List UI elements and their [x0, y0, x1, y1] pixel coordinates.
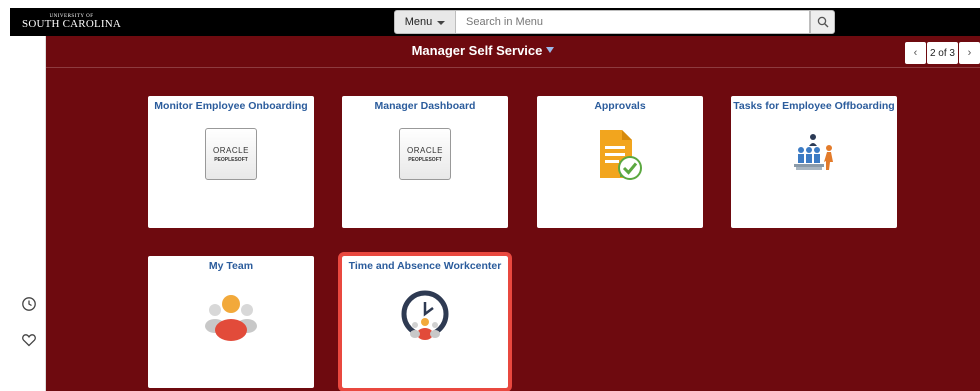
clock-team-icon	[401, 290, 449, 340]
previous-page-button[interactable]: ‹	[904, 42, 926, 64]
tile-title: Manager Dashboard	[374, 100, 476, 112]
tile-tasks-for-employee-offboarding[interactable]: Tasks for Employee Offboarding	[731, 96, 897, 228]
chevron-down-icon	[437, 21, 446, 25]
top-navigation-bar: UNIVERSITY OF SOUTH CAROLINA Menu	[10, 8, 980, 36]
chevron-right-icon: ›	[967, 47, 972, 59]
logo-line-1: ORACLE	[407, 145, 443, 155]
tile-image	[731, 128, 897, 184]
tile-image: ORACLE PEOPLESOFT	[342, 128, 508, 180]
team-exit-icon	[794, 134, 833, 170]
logo-line-1: ORACLE	[213, 145, 249, 155]
homepage-pager: ‹ 2 of 3 ›	[904, 42, 980, 64]
tile-title: Tasks for Employee Offboarding	[733, 100, 895, 112]
homepage-main: Manager Self Service ‹ 2 of 3 › Monitor …	[46, 36, 980, 391]
university-logo[interactable]: UNIVERSITY OF SOUTH CAROLINA	[22, 14, 121, 30]
tile-image	[342, 288, 508, 344]
tile-title: Time and Absence Workcenter	[348, 260, 502, 272]
tile-approvals[interactable]: Approvals	[537, 96, 703, 228]
recent-history-icon[interactable]	[21, 296, 37, 312]
homepage-title-text: Manager Self Service	[411, 43, 543, 58]
homepage-title[interactable]: Manager Self Service	[46, 43, 920, 58]
pager-label: 2 of 3	[926, 42, 958, 64]
logo-line-2: PEOPLESOFT	[214, 156, 248, 163]
document-check-icon	[600, 130, 642, 180]
tile-my-team[interactable]: My Team	[148, 256, 314, 388]
oracle-peoplesoft-logo: ORACLE PEOPLESOFT	[399, 128, 451, 180]
tile-manager-dashboard[interactable]: Manager Dashboard ORACLE PEOPLESOFT	[342, 96, 508, 228]
tile-time-and-absence-workcenter[interactable]: Time and Absence Workcenter	[338, 252, 512, 391]
search-icon	[817, 16, 828, 28]
logo-big-text: SOUTH CAROLINA	[22, 18, 122, 30]
next-page-button[interactable]: ›	[959, 42, 980, 64]
favorites-heart-icon[interactable]	[21, 332, 37, 348]
tile-monitor-employee-onboarding[interactable]: Monitor Employee Onboarding ORACLE PEOPL…	[148, 96, 314, 228]
tile-title: My Team	[208, 260, 254, 272]
tile-image	[537, 128, 703, 184]
search-button[interactable]	[810, 10, 835, 34]
left-rail	[10, 36, 46, 391]
tile-image: ORACLE PEOPLESOFT	[148, 128, 314, 180]
tile-title: Approvals	[594, 100, 646, 112]
logo-line-2: PEOPLESOFT	[408, 156, 442, 163]
tile-image	[148, 288, 314, 344]
chevron-left-icon: ‹	[913, 47, 918, 59]
dropdown-triangle-icon	[546, 47, 555, 53]
team-people-icon	[205, 295, 257, 341]
search-input[interactable]	[456, 10, 810, 34]
menu-button[interactable]: Menu	[394, 10, 456, 34]
tile-title: Monitor Employee Onboarding	[154, 100, 308, 112]
homepage-title-bar: Manager Self Service ‹ 2 of 3 ›	[46, 36, 980, 68]
menu-label: Menu	[404, 16, 433, 28]
oracle-peoplesoft-logo: ORACLE PEOPLESOFT	[205, 128, 257, 180]
